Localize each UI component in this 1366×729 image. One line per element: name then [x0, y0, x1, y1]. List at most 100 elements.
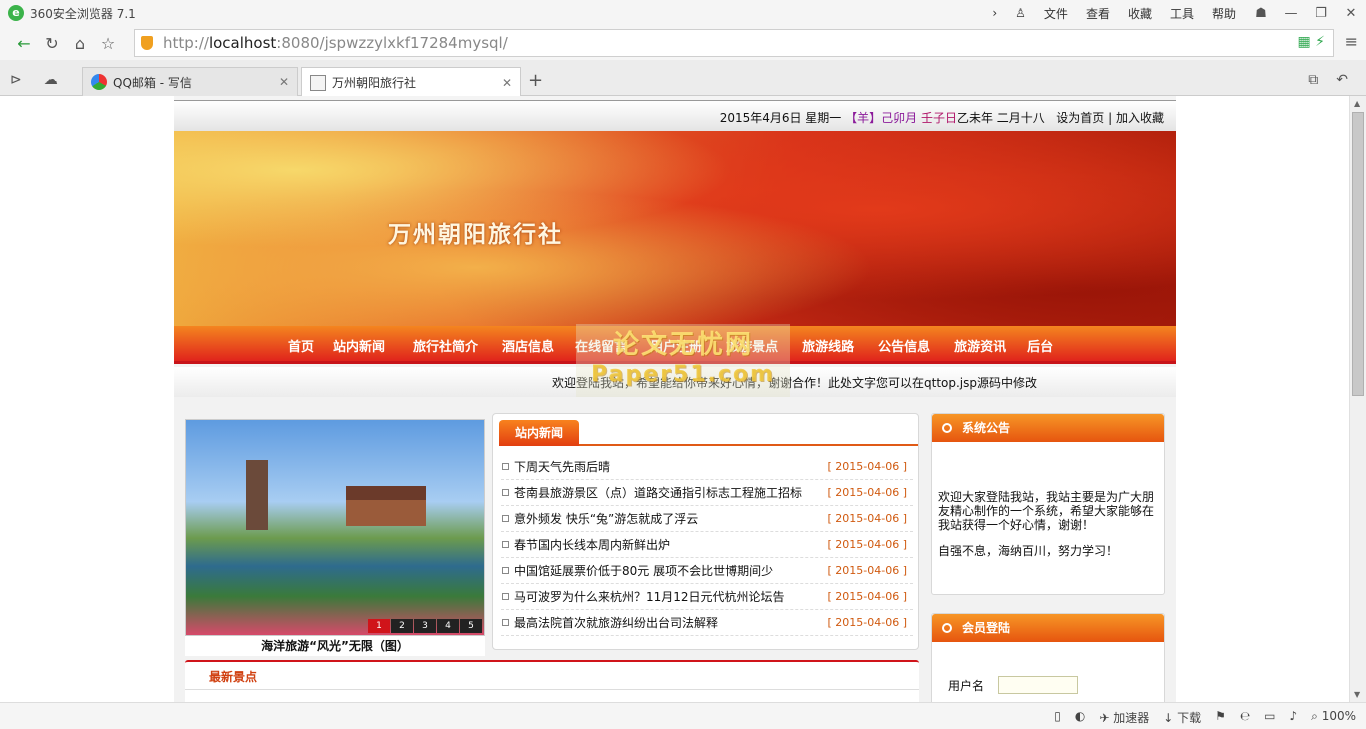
minimize-icon[interactable]: —: [1276, 6, 1306, 21]
nav-hotel-info[interactable]: 酒店信息: [502, 336, 554, 355]
nav-agency-intro[interactable]: 旅行社简介: [413, 336, 478, 355]
list-item[interactable]: 苍南县旅游景区（点）道路交通指引标志工程施工招标 [ 2015-04-06 ]: [501, 480, 913, 506]
circle-bullet-icon: [942, 423, 952, 433]
tab-list-icon[interactable]: ⧉: [1308, 72, 1318, 88]
volume-icon[interactable]: ♪: [1289, 709, 1297, 726]
news-tab-title[interactable]: 站内新闻: [499, 420, 579, 446]
tab-label: 万州朝阳旅行社: [332, 76, 417, 90]
app-title: 360安全浏览器 7.1: [30, 6, 136, 21]
scroll-down-icon[interactable]: ▼: [1354, 690, 1360, 699]
list-item[interactable]: 马可波罗为什么来杭州？11月12日元代杭州论坛告 [ 2015-04-06 ]: [501, 584, 913, 610]
bookmark-star-icon[interactable]: ☆: [94, 29, 122, 57]
site-title: 万州朝阳旅行社: [388, 221, 563, 248]
zoom-control[interactable]: ⌕ 100%: [1311, 709, 1356, 726]
window-icon[interactable]: ▭: [1264, 709, 1275, 726]
list-item[interactable]: 最高法院首次就旅游纠纷出台司法解释 [ 2015-04-06 ]: [501, 610, 913, 636]
home-icon[interactable]: ⌂: [66, 29, 94, 57]
content-area: 1 2 3 4 5 海洋旅游“风光”无限（图） 站内新闻 下周天气先雨后晴 [ 2…: [174, 397, 1176, 702]
news-date: [ 2015-04-06 ]: [827, 460, 907, 473]
circle-bullet-icon: [942, 623, 952, 633]
photo-page-5[interactable]: 5: [460, 619, 482, 633]
list-item[interactable]: 意外频发 快乐“兔”游怎就成了浮云 [ 2015-04-06 ]: [501, 506, 913, 532]
menu-view[interactable]: 查看: [1086, 5, 1110, 22]
photo-caption[interactable]: 海洋旅游“风光”无限（图）: [185, 636, 485, 656]
set-home-link[interactable]: 设为首页: [1056, 111, 1104, 125]
nav-announcements[interactable]: 公告信息: [878, 336, 930, 355]
url-input[interactable]: http://localhost:8080/jspwzzylxkf17284my…: [134, 29, 1334, 57]
news-panel: 站内新闻 下周天气先雨后晴 [ 2015-04-06 ] 苍南县旅游景区（点）道路…: [492, 413, 919, 650]
nav-home[interactable]: 首页: [288, 336, 314, 355]
sidebar-toggle-icon[interactable]: ⊳: [10, 72, 22, 88]
tab-qqmail[interactable]: QQ邮箱 - 写信 ✕: [82, 67, 298, 96]
tab-close-icon[interactable]: ✕: [502, 76, 512, 90]
refresh-icon[interactable]: ↻: [38, 29, 66, 57]
windmill-image: [246, 460, 268, 530]
nav-travel-routes[interactable]: 旅游线路: [802, 336, 854, 355]
list-item[interactable]: 春节国内长线本周内新鲜出炉 [ 2015-04-06 ]: [501, 532, 913, 558]
vertical-scrollbar[interactable]: ▲ ▼: [1349, 96, 1366, 702]
news-title[interactable]: 最高法院首次就旅游纠纷出台司法解释: [514, 614, 718, 631]
ie-mode-icon[interactable]: ℮: [1240, 709, 1250, 726]
qq-mail-favicon-icon: [91, 74, 107, 90]
url-text[interactable]: http://localhost:8080/jspwzzylxkf17284my…: [163, 34, 508, 52]
close-icon[interactable]: ✕: [1336, 6, 1366, 21]
bullet-square-icon: [502, 489, 509, 496]
latest-spots-panel: 最新景点: [185, 660, 919, 702]
news-date: [ 2015-04-06 ]: [827, 538, 907, 551]
scroll-up-icon[interactable]: ▲: [1354, 99, 1360, 108]
nav-site-news[interactable]: 站内新闻: [333, 336, 385, 355]
watermark-overlay: 论文无忧网 Paper51.com: [576, 324, 790, 404]
featured-photo[interactable]: 1 2 3 4 5: [185, 419, 485, 636]
list-item[interactable]: 中国馆延展票价低于80元 展项不会比世博期间少 [ 2015-04-06 ]: [501, 558, 913, 584]
link-separator: |: [1108, 111, 1113, 125]
add-favorite-link[interactable]: 加入收藏: [1116, 111, 1164, 125]
qr-lightning-icon[interactable]: ▦ ⚡: [1297, 34, 1325, 50]
news-title[interactable]: 春节国内长线本周内新鲜出炉: [514, 536, 670, 553]
tab-close-icon[interactable]: ✕: [279, 75, 289, 89]
tab-label: QQ邮箱 - 写信: [113, 75, 192, 90]
photo-page-1[interactable]: 1: [368, 619, 390, 633]
skin-icon[interactable]: ☗: [1246, 6, 1276, 21]
cloud-icon[interactable]: ☁: [44, 72, 58, 88]
nav-admin[interactable]: 后台: [1027, 336, 1053, 355]
menu-forward-chevron-icon[interactable]: ›: [992, 6, 997, 20]
notice-title: 系统公告: [962, 421, 1011, 435]
accelerator-button[interactable]: ✈ 加速器: [1099, 709, 1149, 726]
photo-page-2[interactable]: 2: [391, 619, 413, 633]
news-title[interactable]: 中国馆延展票价低于80元 展项不会比世博期间少: [514, 562, 773, 579]
username-row: 用户名: [948, 676, 1079, 694]
news-title[interactable]: 下周天气先雨后晴: [514, 458, 610, 475]
watermark-en: Paper51.com: [591, 362, 775, 387]
tab-bar: ⊳ ☁ QQ邮箱 - 写信 ✕ 万州朝阳旅行社 ✕ + ⧉ ↶: [0, 60, 1366, 97]
photo-page-3[interactable]: 3: [414, 619, 436, 633]
hamburger-menu-icon[interactable]: ≡: [1345, 32, 1358, 51]
user-icon[interactable]: ♙: [1015, 6, 1026, 20]
back-icon[interactable]: ←: [10, 29, 38, 57]
nav-travel-news[interactable]: 旅游资讯: [954, 336, 1006, 355]
menu-help[interactable]: 帮助: [1212, 5, 1236, 22]
browser-engine-icon[interactable]: ◐: [1075, 709, 1085, 726]
scrollbar-thumb[interactable]: [1352, 112, 1364, 396]
username-input[interactable]: [998, 676, 1079, 694]
undo-close-icon[interactable]: ↶: [1336, 72, 1348, 88]
flag-icon[interactable]: ⚑: [1215, 709, 1226, 726]
list-item[interactable]: 下周天气先雨后晴 [ 2015-04-06 ]: [501, 454, 913, 480]
menu-tools[interactable]: 工具: [1170, 5, 1194, 22]
tab-travel-agency[interactable]: 万州朝阳旅行社 ✕: [301, 67, 521, 97]
mobile-icon[interactable]: ▯: [1054, 709, 1061, 726]
menu-favorites[interactable]: 收藏: [1128, 5, 1152, 22]
new-tab-plus-icon[interactable]: +: [528, 70, 543, 91]
site-banner: 万州朝阳旅行社: [174, 131, 1176, 326]
news-title[interactable]: 马可波罗为什么来杭州？11月12日元代杭州论坛告: [514, 588, 785, 605]
news-title[interactable]: 苍南县旅游景区（点）道路交通指引标志工程施工招标: [514, 484, 802, 501]
photo-page-4[interactable]: 4: [437, 619, 459, 633]
photo-pager: 1 2 3 4 5: [367, 619, 482, 633]
news-date: [ 2015-04-06 ]: [827, 486, 907, 499]
status-bar: ▯ ◐ ✈ 加速器 ↓ 下载 ⚑ ℮ ▭ ♪ ⌕ 100%: [0, 702, 1366, 729]
notice-paragraph: 自强不息，海纳百川，努力学习！: [938, 544, 1119, 558]
restore-icon[interactable]: ❐: [1306, 6, 1336, 21]
download-button[interactable]: ↓ 下载: [1163, 709, 1201, 726]
menu-file[interactable]: 文件: [1044, 5, 1068, 22]
news-title[interactable]: 意外频发 快乐“兔”游怎就成了浮云: [514, 510, 698, 527]
bullet-square-icon: [502, 593, 509, 600]
